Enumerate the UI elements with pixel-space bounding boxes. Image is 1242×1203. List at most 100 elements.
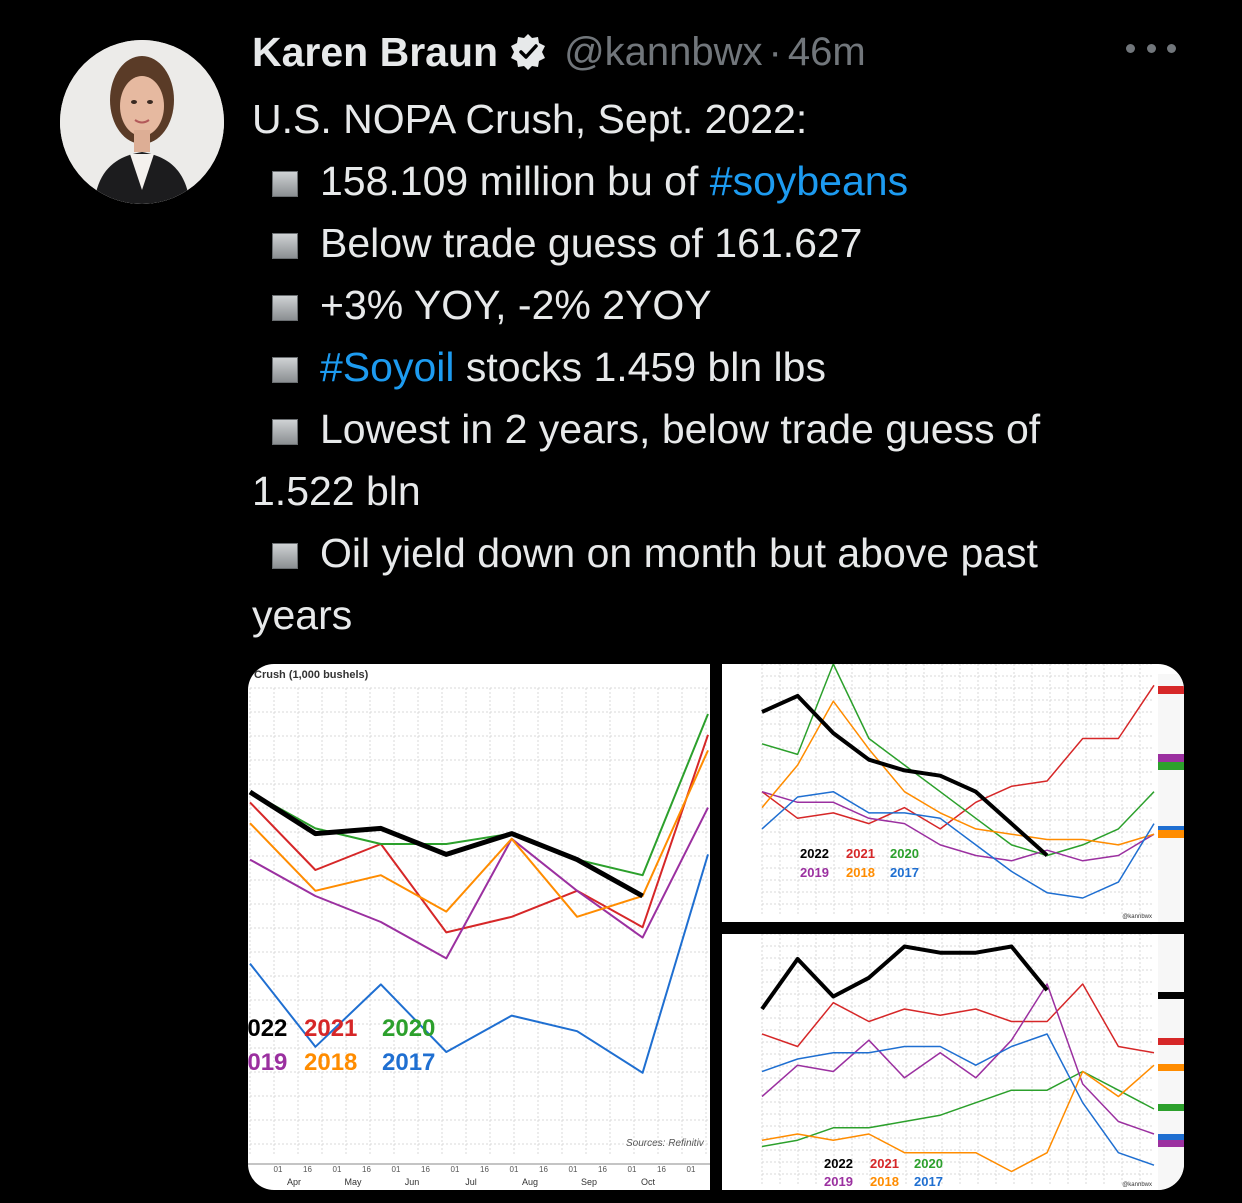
author-name[interactable]: Karen Braun (252, 29, 498, 76)
legend-label-2018: 2018 (846, 865, 875, 880)
legend-label-2017: 2017 (382, 1049, 435, 1076)
x-tick-label: 16 (539, 1165, 548, 1174)
x-tick-label: 16 (362, 1165, 371, 1174)
axis-value-marker (1158, 1038, 1184, 1045)
series-line-2020 (761, 1070, 1155, 1148)
tweet-line-text: +3% YOY, -2% 2YOY (320, 282, 712, 328)
x-tick-label: 16 (480, 1165, 489, 1174)
legend-label-2020: 2020 (382, 1015, 435, 1042)
tweet-line: U.S. NOPA Crush, Sept. 2022: (252, 88, 1212, 150)
crush-chart[interactable]: Crush (1,000 bushels) 01 16 01 16 01 16 01 16 01 1… (248, 664, 710, 1190)
tweet-line: Oil yield down on month but above past (252, 522, 1212, 584)
tweet-line: years (252, 584, 1212, 646)
x-tick-label: 01 (628, 1165, 637, 1174)
tweet-line: 1.522 bln (252, 460, 1212, 522)
legend-label-2019: 2019 (824, 1174, 853, 1189)
x-month-label: May (344, 1177, 362, 1187)
x-tick-label: 16 (421, 1165, 430, 1174)
chart-source: @kannbwx (1122, 914, 1152, 920)
black-square-bullet-icon (272, 171, 298, 197)
legend-label-2017: 2017 (890, 865, 919, 880)
legend-label-2018: 2018 (304, 1049, 357, 1076)
chart-title: Crush (1,000 bushels) (254, 669, 369, 681)
axis-value-marker (1158, 1140, 1184, 1147)
tweet-line-text: U.S. NOPA Crush, Sept. 2022: (252, 96, 808, 142)
tweet-line-text: Below trade guess of 161.627 (320, 220, 863, 266)
x-tick-label: 01 (510, 1165, 519, 1174)
x-tick-label: 01 (274, 1165, 283, 1174)
legend-label-2018: 2018 (870, 1174, 899, 1189)
axis-value-marker (1158, 762, 1184, 770)
tweet-media[interactable]: Crush (1,000 bushels) 01 16 01 16 01 16 01 16 01 1… (248, 664, 1184, 1190)
soyoil-stocks-chart[interactable]: @kannbwx 2022 2021 2020 2019 2018 2017 (722, 664, 1184, 922)
axis-value-marker (1158, 1064, 1184, 1071)
legend-label-2019: 2019 (248, 1049, 287, 1076)
black-square-bullet-icon (272, 233, 298, 259)
legend-label-2022: 2022 (824, 1156, 853, 1171)
oil-yield-chart-svg: @kannbwx 2022 2021 2020 2019 2018 2017 (760, 934, 1184, 1190)
x-tick-label: 16 (303, 1165, 312, 1174)
tweet-line: Below trade guess of 161.627 (252, 212, 1212, 274)
legend-label-2022: 2022 (248, 1015, 287, 1042)
hashtag-link[interactable]: #soybeans (710, 158, 908, 204)
chart-source: Sources: Refinitiv (626, 1138, 705, 1149)
x-month-label: Jun (405, 1177, 420, 1187)
black-square-bullet-icon (272, 357, 298, 383)
chart-source: @kannbwx (1122, 1182, 1152, 1188)
tweet-line-text: Oil yield down on month but above past (320, 530, 1038, 576)
legend-label-2020: 2020 (914, 1156, 943, 1171)
tweet-line-text: years (252, 592, 353, 638)
avatar-portrait (60, 40, 224, 204)
black-square-bullet-icon (272, 419, 298, 445)
tweet-timestamp[interactable]: 46m (788, 30, 866, 75)
series-line-2022 (760, 944, 1049, 1011)
black-square-bullet-icon (272, 543, 298, 569)
author-handle[interactable]: @kannbwx (564, 30, 762, 75)
black-square-bullet-icon (272, 295, 298, 321)
tweet-line-text: Lowest in 2 years, below trade guess of (320, 406, 1041, 452)
legend-label-2022: 2022 (800, 846, 829, 861)
x-tick-label: 01 (569, 1165, 578, 1174)
tweet-header: Karen Braun @kannbwx · 46m (252, 24, 866, 80)
x-month-label: Apr (287, 1177, 301, 1187)
legend-label-2021: 2021 (304, 1015, 357, 1042)
tweet-line: Lowest in 2 years, below trade guess of (252, 398, 1212, 460)
legend-label-2017: 2017 (914, 1174, 943, 1189)
x-month-label: Jul (465, 1177, 477, 1187)
series-line-2020 (249, 713, 709, 877)
x-month-label: Oct (641, 1177, 656, 1187)
legend-label-2021: 2021 (870, 1156, 899, 1171)
tweet-line-text: stocks 1.459 bln lbs (454, 344, 826, 390)
x-tick-label: 01 (333, 1165, 342, 1174)
tweet-text: U.S. NOPA Crush, Sept. 2022: 158.109 mill… (252, 88, 1212, 646)
series-line-2021 (761, 684, 1155, 830)
axis-value-marker (1158, 686, 1184, 694)
legend-label-2019: 2019 (800, 865, 829, 880)
axis-value-marker (1158, 830, 1184, 838)
tweet-line: #Soyoil stocks 1.459 bln lbs (252, 336, 1212, 398)
axis-value-marker (1158, 1104, 1184, 1111)
axis-strip (1158, 674, 1184, 922)
author-avatar[interactable] (60, 40, 224, 204)
axis-value-marker (1158, 754, 1184, 762)
more-options-icon[interactable] (1126, 30, 1176, 66)
tweet-line-text: 158.109 million bu of (320, 158, 710, 204)
tweet-line: 158.109 million bu of #soybeans (252, 150, 1212, 212)
x-month-label: Aug (522, 1177, 538, 1187)
axis-strip (1158, 934, 1184, 1190)
tweet-line: +3% YOY, -2% 2YOY (252, 274, 1212, 336)
soyoil-stocks-chart-svg: @kannbwx 2022 2021 2020 2019 2018 2017 (761, 664, 1184, 922)
axis-value-marker (1158, 992, 1184, 999)
oil-yield-chart[interactable]: @kannbwx 2022 2021 2020 2019 2018 2017 (722, 934, 1184, 1190)
crush-chart-svg: Crush (1,000 bushels) 01 16 01 16 01 16 01 16 01 1… (248, 669, 710, 1187)
x-tick-label: 16 (598, 1165, 607, 1174)
verified-badge-icon (508, 32, 548, 72)
x-tick-label: 16 (657, 1165, 666, 1174)
series-line-2018 (761, 1064, 1155, 1173)
separator-dot: · (768, 29, 782, 74)
series-line-2022 (761, 693, 1049, 857)
series-line-2019 (249, 807, 709, 960)
x-tick-label: 01 (392, 1165, 401, 1174)
hashtag-link[interactable]: #Soyoil (320, 344, 454, 390)
axis-value-marker (1158, 1134, 1184, 1141)
